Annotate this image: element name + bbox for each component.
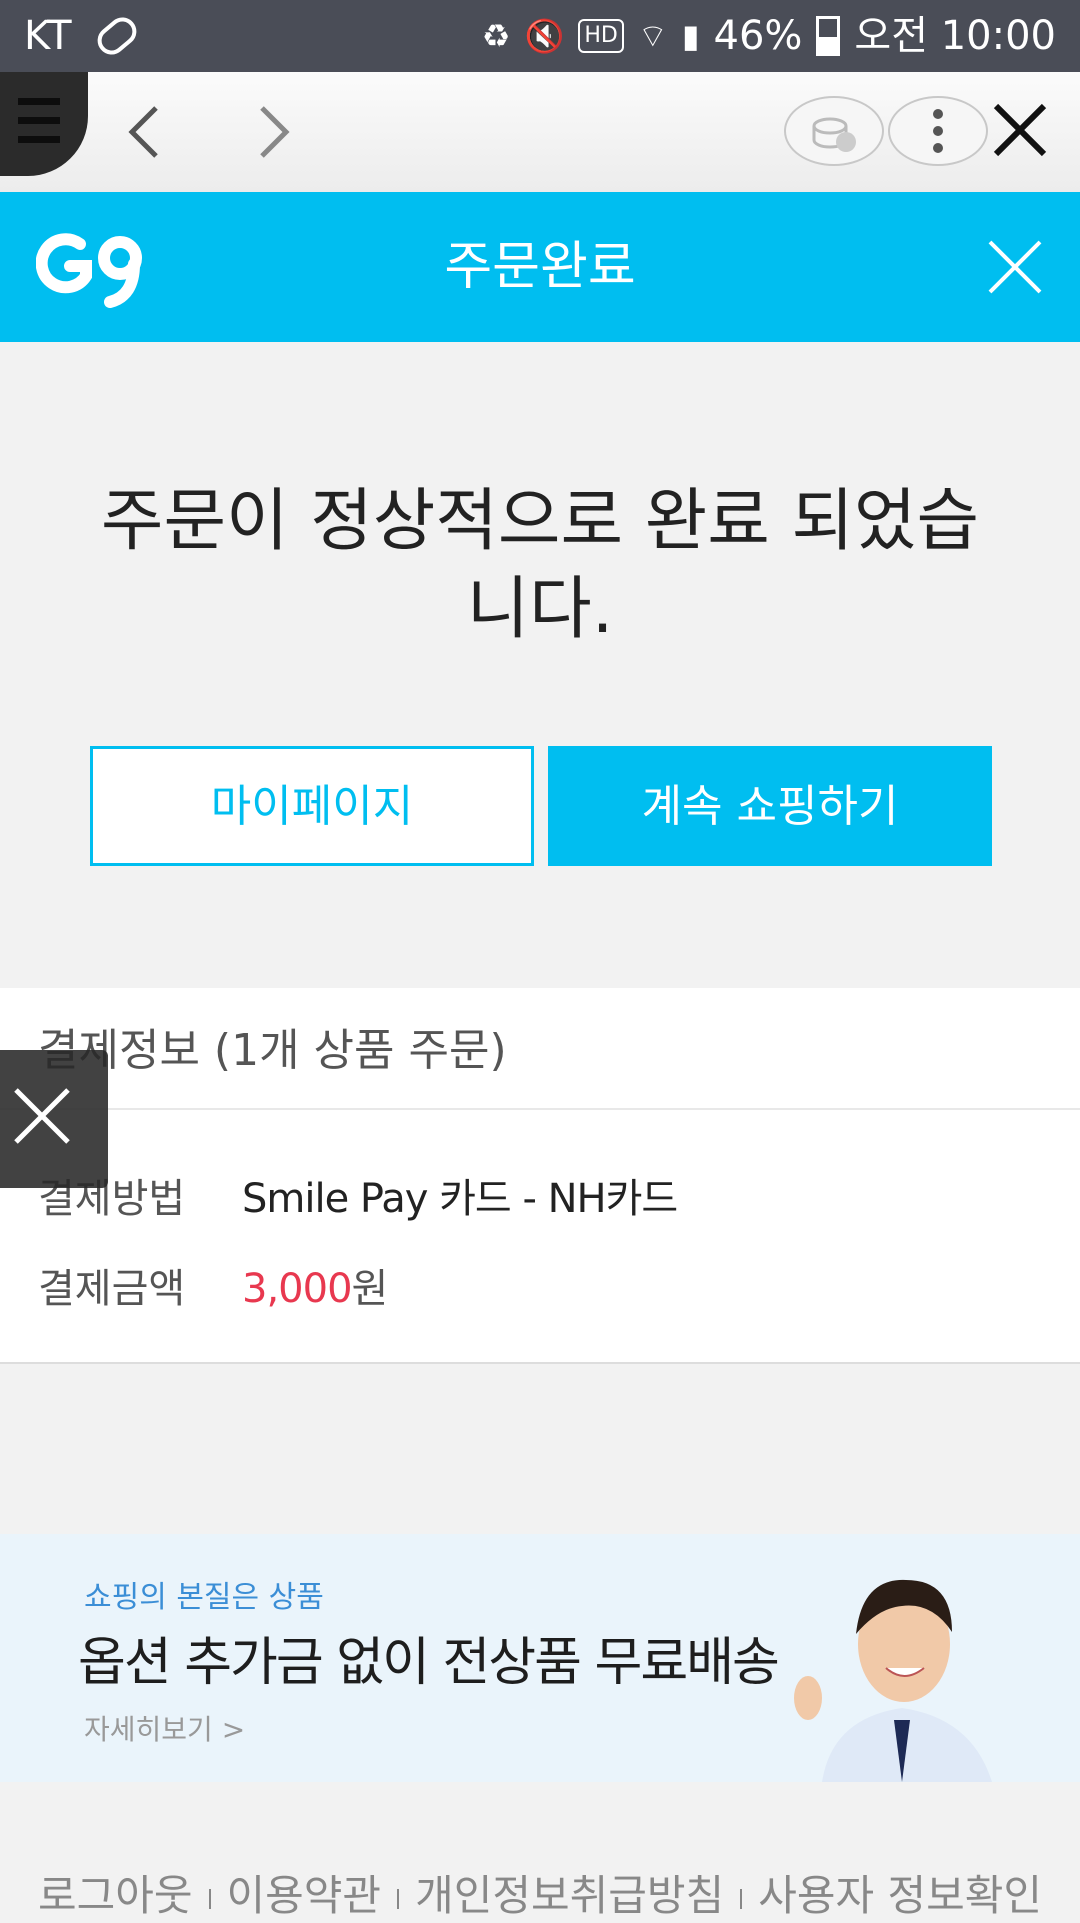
signal-icon: ▮ [681,17,700,55]
model-photo [782,1548,1022,1782]
menu-tab[interactable] [0,72,88,176]
battery-icon [816,16,841,56]
recycle-icon: ♻ [481,17,511,55]
payment-method-value: Smile Pay 카드 - NH카드 [242,1176,678,1222]
separator [397,1888,400,1909]
mute-icon: 🔇 [524,17,565,55]
mypage-button[interactable]: 마이페이지 [90,746,534,866]
clock: 오전 10:00 [854,13,1056,59]
more-options-icon[interactable] [888,96,988,166]
hd-icon: HD [578,19,624,53]
battery-percent: 46% [713,13,803,59]
app-header: 주문완료 [0,192,1080,342]
banner-more-link[interactable]: 자세히보기 > [84,1708,245,1748]
footer-links: 로그아웃 이용약관 개인정보취급방침 사용자 정보확인 [0,1862,1080,1923]
floating-close-button[interactable] [0,1050,108,1188]
payment-amount-value: 3,000 [242,1266,353,1312]
close-icon[interactable] [982,92,1058,168]
continue-shopping-button[interactable]: 계속 쇼핑하기 [548,746,992,866]
wifi-icon: ⌔ [637,17,668,55]
user-info-link[interactable]: 사용자 정보확인 [758,1871,1042,1920]
payment-amount-label: 결제금액 [38,1266,186,1312]
payment-amount-row: 결제금액 3,000원 [38,1256,388,1314]
privacy-link[interactable]: 개인정보취급방침 [415,1871,724,1920]
status-icons: ♻ 🔇 HD ⌔ ▮ 46% 오전 10:00 [482,0,1056,72]
divider [0,1108,1080,1110]
coin-icon[interactable] [784,96,884,166]
separator [740,1888,743,1909]
close-icon[interactable] [984,236,1046,298]
logout-link[interactable]: 로그아웃 [38,1871,193,1920]
banner-subtitle: 쇼핑의 본질은 상품 [84,1580,324,1615]
payment-info-title: 결제정보 (1개 상품 주문) [38,1025,507,1076]
close-icon [14,1088,70,1144]
status-bar: KT ♻ 🔇 HD ⌔ ▮ 46% 오전 10:00 [0,0,1080,72]
currency-unit: 원 [351,1266,389,1312]
capsule-icon [91,11,143,61]
order-complete-message: 주문이 정상적으로 완료 되었습니다. [100,482,980,649]
carrier-label: KT [24,13,72,59]
back-icon[interactable] [116,100,176,164]
browser-toolbar [0,72,1080,194]
banner-headline: 옵션 추가금 없이 전상품 무료배송 [78,1633,780,1693]
hamburger-icon [18,98,60,155]
payment-info-section: 결제정보 (1개 상품 주문) 결제방법 Smile Pay 카드 - NH카드 … [0,988,1080,1364]
separator [208,1888,211,1909]
forward-icon[interactable] [242,100,302,164]
payment-method-row: 결제방법 Smile Pay 카드 - NH카드 [38,1166,678,1224]
terms-link[interactable]: 이용약관 [227,1871,382,1920]
page-title: 주문완료 [444,237,636,297]
promo-banner[interactable]: 쇼핑의 본질은 상품 옵션 추가금 없이 전상품 무료배송 자세히보기 > [0,1534,1080,1782]
